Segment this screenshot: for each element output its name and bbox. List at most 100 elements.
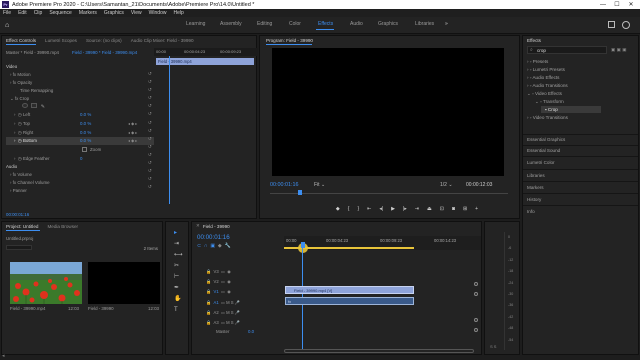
mark-out-icon[interactable]: } xyxy=(357,206,359,212)
effects-tree-audio-transitions[interactable]: › ▫ Audio Transitions xyxy=(527,83,568,88)
keyframe-nav-bottom[interactable]: ◂ ◆ ▸ xyxy=(128,138,137,143)
tab-audio-clip-mixer[interactable]: Audio Clip Mixer: Field - 39990 xyxy=(131,38,194,43)
tab-project[interactable]: Project: Untitled xyxy=(6,224,38,229)
rectangle-mask-icon[interactable] xyxy=(31,103,38,108)
menu-sequence[interactable]: Sequence xyxy=(49,10,72,16)
timeline-horizontal-scrollbar[interactable] xyxy=(284,349,474,353)
effects-tree-lumetri-presets[interactable]: › ▫ Lumetri Presets xyxy=(527,67,565,72)
program-video-frame[interactable] xyxy=(272,48,504,176)
close-button[interactable]: ✕ xyxy=(624,0,638,9)
program-scrub-bar[interactable] xyxy=(270,190,508,194)
reset-icon[interactable]: ↺ xyxy=(148,94,152,102)
home-icon[interactable]: ⌂ xyxy=(5,22,12,29)
effects-tree-video-effects[interactable]: ⌄ ▫ Video Effects xyxy=(527,91,562,97)
track-v1[interactable]: 🔒 V1 ▭ ◉ xyxy=(206,287,231,297)
master-clip-label[interactable]: Master * Field - 39990.mp4 xyxy=(6,50,59,55)
program-timecode-left[interactable]: 00:00:01:16 xyxy=(270,182,298,188)
menu-edit[interactable]: Edit xyxy=(18,10,27,16)
track-v3[interactable]: 🔒 V3 ▭ ◉ xyxy=(206,267,231,277)
tab-source[interactable]: Source: (no clips) xyxy=(86,38,122,43)
fx-channel-volume[interactable]: › fx Channel Volume xyxy=(10,180,50,185)
reset-icon[interactable]: ↺ xyxy=(148,167,152,175)
workspace-assembly[interactable]: Assembly xyxy=(220,21,242,27)
program-monitor-title[interactable]: Program: Field - 39990 xyxy=(266,38,313,43)
reset-icon[interactable]: ↺ xyxy=(148,110,152,118)
effects-filter-icons[interactable]: ▣ ▣ ▣ xyxy=(611,47,627,53)
edge-feather-value[interactable]: 0 xyxy=(80,156,82,161)
hand-tool-icon[interactable]: ✋ xyxy=(174,294,183,305)
step-back-icon[interactable]: ◂| xyxy=(379,206,383,212)
effects-tree-transform[interactable]: ⌄ ▫ Transform xyxy=(535,99,564,105)
workspace-effects[interactable]: Effects xyxy=(318,21,333,27)
workspace-editing[interactable]: Editing xyxy=(257,21,272,27)
workspace-libraries[interactable]: Libraries xyxy=(415,21,434,27)
extract-icon[interactable]: ⊡ xyxy=(440,206,444,212)
export-frame-icon[interactable]: ◙ xyxy=(452,206,455,212)
comparison-view-icon[interactable]: ⊞ xyxy=(463,206,467,212)
menu-markers[interactable]: Markers xyxy=(79,10,97,16)
workspace-color[interactable]: Color xyxy=(289,21,301,27)
fx-time-remapping[interactable]: Time Remapping xyxy=(20,88,53,93)
reset-icon[interactable]: ↺ xyxy=(148,78,152,86)
reset-icon[interactable]: ↺ xyxy=(148,127,152,135)
type-tool-icon[interactable]: T xyxy=(174,305,183,316)
add-marker-icon[interactable]: ◆ xyxy=(336,206,340,212)
nest-icon[interactable]: ⊂ xyxy=(197,243,201,249)
project-search-input[interactable] xyxy=(6,245,32,250)
section-essential-graphics[interactable]: Essential Graphics xyxy=(527,137,565,142)
mark-in-icon[interactable]: { xyxy=(348,206,350,212)
resolution-dropdown[interactable]: 1/2 ⌄ xyxy=(440,182,453,188)
reset-icon[interactable]: ↺ xyxy=(148,143,152,151)
thumbnail-field-sequence[interactable] xyxy=(88,262,160,304)
step-forward-icon[interactable]: |▸ xyxy=(403,206,407,212)
effect-controls-timecode[interactable]: 00:00:01:16 xyxy=(6,212,29,217)
effect-controls-ruler[interactable]: 00:00 00:00:04:23 00:00:09:23 xyxy=(154,48,258,56)
reset-icon[interactable]: ↺ xyxy=(148,86,152,94)
clip-bar[interactable]: Field - 39990.mp4 xyxy=(156,58,254,65)
workspace-audio[interactable]: Audio xyxy=(350,21,363,27)
menu-file[interactable]: File xyxy=(3,10,11,16)
workspace-more[interactable]: » xyxy=(445,21,448,27)
button-editor-icon[interactable]: + xyxy=(475,206,478,212)
keyframe-nav-top[interactable]: ◂ ◆ ▸ xyxy=(128,121,137,126)
track-a3[interactable]: 🔒 A3 ▭ M S 🎤 xyxy=(206,318,240,328)
track-a2[interactable]: 🔒 A2 ▭ M S 🎤 xyxy=(206,308,240,318)
crop-top-value[interactable]: 0.0 % xyxy=(80,121,91,126)
fit-dropdown[interactable]: Fit ⌄ xyxy=(314,182,325,188)
video-clip[interactable]: Field - 39990.mp4 [V] xyxy=(285,286,414,294)
reset-icon[interactable]: ↺ xyxy=(148,102,152,110)
slip-tool-icon[interactable]: ⊢ xyxy=(174,272,183,283)
sequence-tab[interactable]: Field - 39990 xyxy=(203,224,230,229)
meter-solo-buttons[interactable]: S S xyxy=(490,344,496,349)
tab-effect-controls[interactable]: Effect Controls xyxy=(6,38,36,43)
timeline-vertical-scrollbar[interactable] xyxy=(474,252,478,348)
pen-tool-icon[interactable]: ✒ xyxy=(174,283,183,294)
minimize-button[interactable]: — xyxy=(596,0,610,9)
tab-lumetri-scopes[interactable]: Lumetri Scopes xyxy=(45,38,77,43)
reset-icon[interactable]: ↺ xyxy=(148,119,152,127)
razor-tool-icon[interactable]: ✂ xyxy=(174,261,183,272)
menu-help[interactable]: Help xyxy=(173,10,183,16)
track-select-tool-icon[interactable]: ⇥ xyxy=(174,239,183,250)
play-icon[interactable]: ▶ xyxy=(391,206,395,212)
reset-icon[interactable]: ↺ xyxy=(148,183,152,191)
go-to-out-icon[interactable]: ⇥ xyxy=(415,206,419,212)
maximize-button[interactable]: ☐ xyxy=(610,0,624,9)
section-libraries[interactable]: Libraries xyxy=(527,173,545,178)
search-help-icon[interactable] xyxy=(622,21,630,29)
timeline-timecode[interactable]: 00:00:01:16 xyxy=(197,234,230,241)
share-icon[interactable] xyxy=(608,21,615,28)
tab-media-browser[interactable]: Media Browser xyxy=(47,224,78,229)
fx-motion[interactable]: › fx Motion xyxy=(10,72,31,77)
effects-search-input[interactable]: ⌕ crop xyxy=(527,46,607,54)
section-history[interactable]: History xyxy=(527,197,541,202)
fx-opacity[interactable]: › fx Opacity xyxy=(10,80,32,85)
crop-right-value[interactable]: 0.0 % xyxy=(80,130,91,135)
reset-icon[interactable]: ↺ xyxy=(148,70,152,78)
fx-volume[interactable]: › fx Volume xyxy=(10,172,32,177)
effects-tree-audio-effects[interactable]: › ▫ Audio Effects xyxy=(527,75,559,80)
workspace-graphics[interactable]: Graphics xyxy=(378,21,398,27)
menu-window[interactable]: Window xyxy=(149,10,167,16)
selection-tool-icon[interactable]: ▸ xyxy=(174,228,183,239)
track-a1[interactable]: 🔒 A1 ▭ M S 🎤 xyxy=(206,298,240,308)
